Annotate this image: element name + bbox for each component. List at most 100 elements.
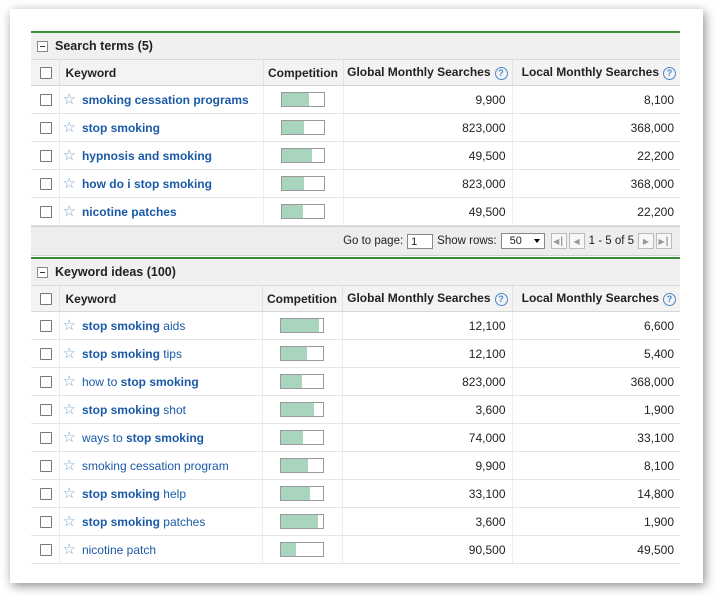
row-select-cell bbox=[31, 85, 60, 114]
keyword-wrap: ☆ nicotine patches bbox=[60, 204, 263, 219]
star-outline-icon[interactable]: ☆ bbox=[63, 542, 76, 557]
local-searches-column-header[interactable]: Local Monthly Searches? bbox=[512, 286, 680, 312]
keyword-cell: ☆ how to stop smoking bbox=[59, 367, 263, 396]
keyword-text-part: how do i stop smoking bbox=[81, 176, 212, 191]
keyword-link[interactable]: how to stop smoking bbox=[82, 375, 199, 389]
star-outline-icon[interactable]: ☆ bbox=[63, 176, 76, 191]
prev-page-icon[interactable]: ◀ bbox=[568, 233, 585, 249]
help-question-icon[interactable]: ? bbox=[494, 66, 508, 80]
row-select-cell bbox=[31, 367, 60, 396]
keyword-link[interactable]: ways to stop smoking bbox=[82, 431, 204, 445]
competition-cell bbox=[263, 113, 344, 142]
competition-column-header[interactable]: Competition bbox=[262, 286, 343, 312]
competition-wrap bbox=[263, 374, 342, 389]
page-number-input[interactable]: 1 bbox=[407, 233, 434, 249]
competition-cell bbox=[262, 311, 343, 340]
keyword-link[interactable]: stop smoking shot bbox=[82, 403, 186, 417]
keyword-text-part: hypnosis and smoking bbox=[81, 148, 212, 163]
row-checkbox[interactable] bbox=[40, 459, 52, 472]
row-checkbox[interactable] bbox=[40, 205, 52, 218]
keyword-link[interactable]: stop smoking bbox=[82, 121, 160, 135]
competition-fill bbox=[281, 347, 308, 360]
search-terms-header[interactable]: Search terms (5) bbox=[31, 31, 680, 60]
keyword-link[interactable]: nicotine patches bbox=[82, 205, 177, 219]
star-outline-icon[interactable]: ☆ bbox=[63, 148, 76, 163]
row-checkbox[interactable] bbox=[40, 121, 52, 134]
row-checkbox[interactable] bbox=[40, 93, 52, 106]
star-outline-icon[interactable]: ☆ bbox=[63, 514, 76, 529]
keyword-link[interactable]: stop smoking patches bbox=[82, 515, 205, 529]
global-searches-column-header[interactable]: Global Monthly Searches? bbox=[342, 286, 513, 312]
star-outline-icon[interactable]: ☆ bbox=[63, 374, 76, 389]
star-outline-icon[interactable]: ☆ bbox=[63, 92, 76, 107]
select-all-checkbox[interactable] bbox=[40, 66, 52, 79]
first-page-icon[interactable]: ◀┃ bbox=[550, 233, 567, 249]
star-outline-icon[interactable]: ☆ bbox=[63, 402, 76, 417]
global-searches-cell: 49,500 bbox=[343, 197, 513, 226]
competition-column-header[interactable]: Competition bbox=[263, 60, 344, 86]
star-outline-icon[interactable]: ☆ bbox=[63, 204, 76, 219]
row-checkbox[interactable] bbox=[40, 515, 52, 528]
global-searches-column-header[interactable]: Global Monthly Searches? bbox=[343, 60, 513, 86]
competition-cell bbox=[262, 423, 343, 452]
keyword-ideas-body: ☆ stop smoking aids 12,100 6,600 ☆ stop smoki… bbox=[31, 311, 680, 564]
row-checkbox[interactable] bbox=[40, 543, 52, 556]
row-checkbox[interactable] bbox=[40, 347, 52, 360]
star-outline-icon[interactable]: ☆ bbox=[63, 458, 76, 473]
search-terms-panel: Search terms (5) Keyword Competition Glo… bbox=[31, 31, 680, 256]
row-checkbox[interactable] bbox=[40, 319, 52, 332]
star-outline-icon[interactable]: ☆ bbox=[63, 430, 76, 445]
keyword-text-part: tips bbox=[159, 346, 182, 361]
global-searches-cell: 90,500 bbox=[342, 535, 513, 564]
competition-cell bbox=[263, 197, 344, 226]
help-question-icon[interactable]: ? bbox=[663, 66, 676, 80]
rows-per-page-select[interactable]: 50 bbox=[500, 233, 545, 249]
competition-bar bbox=[280, 486, 324, 501]
row-checkbox[interactable] bbox=[40, 375, 52, 388]
row-checkbox[interactable] bbox=[40, 403, 52, 416]
row-checkbox[interactable] bbox=[40, 149, 52, 162]
help-question-icon[interactable]: ? bbox=[663, 292, 676, 306]
competition-wrap bbox=[264, 204, 343, 219]
local-searches-column-header[interactable]: Local Monthly Searches? bbox=[512, 60, 680, 86]
star-outline-icon[interactable]: ☆ bbox=[63, 346, 76, 361]
keyword-link[interactable]: stop smoking aids bbox=[82, 319, 185, 333]
row-select-cell bbox=[31, 395, 60, 424]
table-row: ☆ stop smoking tips 12,100 5,400 bbox=[31, 339, 680, 368]
keyword-link[interactable]: hypnosis and smoking bbox=[82, 149, 212, 163]
row-select-cell bbox=[31, 311, 60, 340]
keyword-text-part: stop smoking bbox=[120, 374, 199, 389]
keyword-cell: ☆ smoking cessation programs bbox=[59, 85, 264, 114]
select-all-checkbox[interactable] bbox=[40, 292, 52, 305]
row-checkbox[interactable] bbox=[40, 177, 52, 190]
collapse-minus-icon[interactable] bbox=[37, 40, 48, 52]
keyword-text-part: nicotine patches bbox=[81, 204, 177, 219]
local-searches-cell: 368,000 bbox=[512, 113, 680, 142]
keyword-column-header[interactable]: Keyword bbox=[59, 60, 264, 86]
star-outline-icon[interactable]: ☆ bbox=[63, 318, 76, 333]
help-question-icon[interactable]: ? bbox=[494, 292, 508, 306]
keyword-ideas-header[interactable]: Keyword ideas (100) bbox=[31, 257, 680, 286]
keyword-column-header[interactable]: Keyword bbox=[59, 286, 263, 312]
keyword-link[interactable]: smoking cessation program bbox=[82, 459, 229, 473]
keyword-link[interactable]: how do i stop smoking bbox=[82, 177, 212, 191]
row-checkbox[interactable] bbox=[40, 487, 52, 500]
keyword-link[interactable]: smoking cessation programs bbox=[82, 93, 249, 107]
keyword-link[interactable]: stop smoking help bbox=[82, 487, 186, 501]
competition-wrap bbox=[264, 92, 343, 107]
competition-bar bbox=[281, 148, 325, 163]
star-outline-icon[interactable]: ☆ bbox=[63, 486, 76, 501]
row-select-cell bbox=[31, 423, 60, 452]
keyword-link[interactable]: nicotine patch bbox=[82, 543, 156, 557]
star-outline-icon[interactable]: ☆ bbox=[63, 120, 76, 135]
competition-bar bbox=[281, 92, 325, 107]
keyword-link[interactable]: stop smoking tips bbox=[82, 347, 182, 361]
row-select-cell bbox=[31, 141, 60, 170]
keyword-wrap: ☆ hypnosis and smoking bbox=[60, 148, 263, 163]
collapse-minus-icon[interactable] bbox=[37, 266, 48, 278]
row-checkbox[interactable] bbox=[40, 431, 52, 444]
keyword-cell: ☆ nicotine patch bbox=[59, 535, 263, 564]
last-page-icon[interactable]: ▶┃ bbox=[656, 233, 672, 249]
competition-wrap bbox=[263, 430, 342, 445]
next-page-icon[interactable]: ▶ bbox=[638, 233, 654, 249]
